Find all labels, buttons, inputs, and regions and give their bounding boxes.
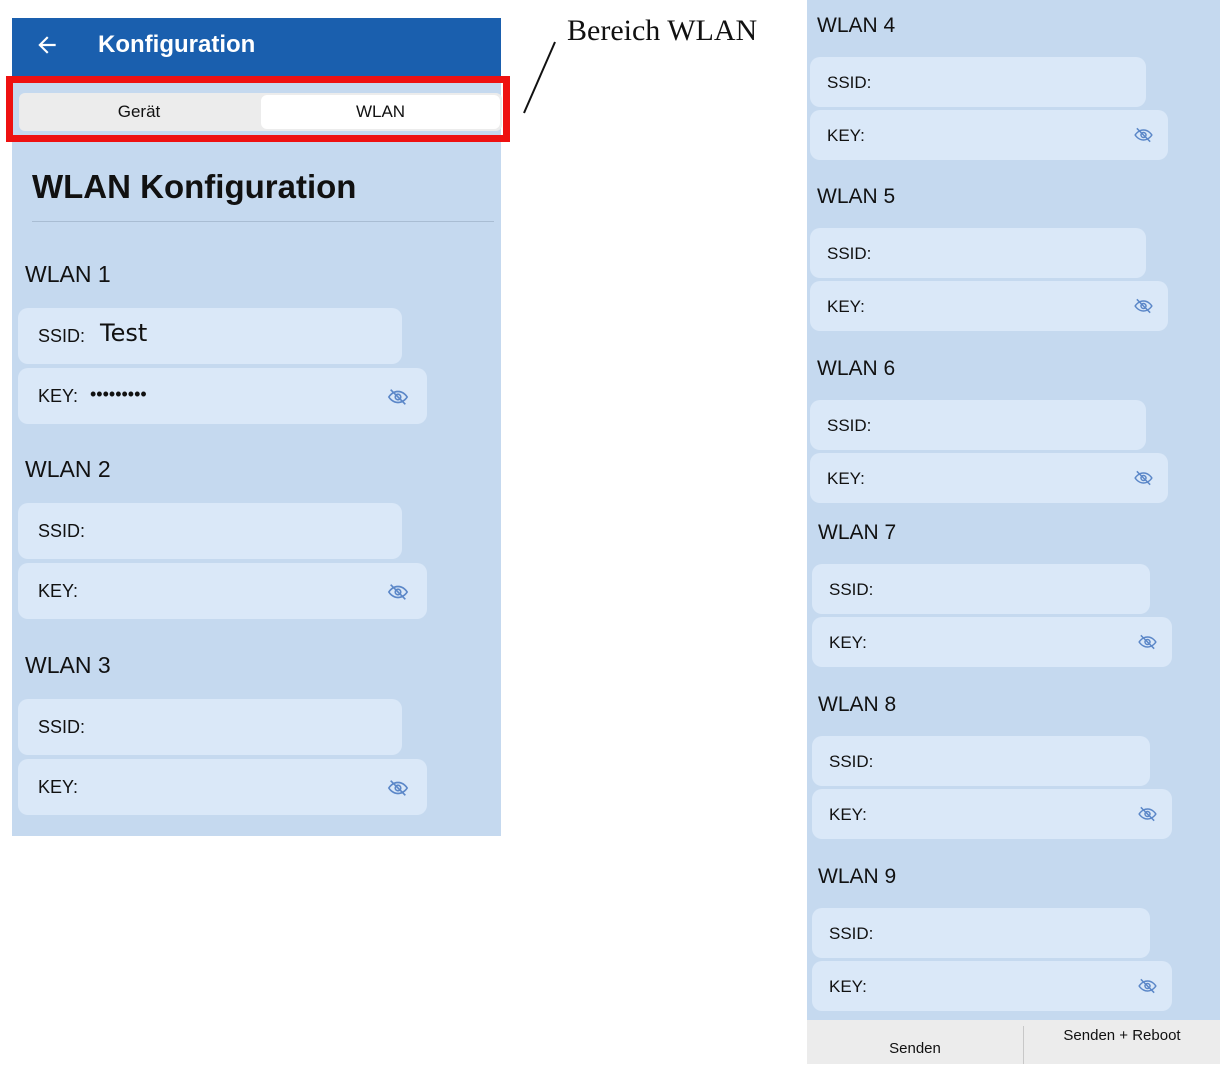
wlan-heading: WLAN 7 (818, 521, 897, 544)
key-label: KEY: (829, 977, 867, 996)
ssid-label: SSID: (829, 580, 874, 599)
key-field[interactable]: KEY: (812, 961, 1172, 1011)
send-reboot-button[interactable]: Senden + Reboot (1024, 1020, 1220, 1064)
visibility-off-icon[interactable] (386, 386, 410, 408)
tab-bar: Gerät WLAN (6, 76, 510, 144)
key-label: KEY: (827, 126, 865, 145)
ssid-label: SSID: (829, 752, 874, 771)
ssid-field[interactable]: SSID: (810, 400, 1146, 450)
wlan-heading: WLAN 9 (818, 865, 897, 888)
visibility-off-icon[interactable] (1133, 296, 1154, 316)
send-button[interactable]: Senden (807, 1020, 1023, 1064)
ssid-field[interactable]: SSID: (812, 736, 1150, 786)
wlan-heading: WLAN 3 (25, 652, 111, 678)
key-field[interactable]: KEY: (812, 789, 1172, 839)
wlan-heading: WLAN 5 (817, 185, 896, 208)
key-field[interactable]: KEY: (810, 453, 1168, 503)
page-title: Konfiguration (98, 31, 256, 58)
section-title: WLAN Konfiguration (32, 168, 357, 205)
ssid-label: SSID: (827, 416, 872, 435)
key-label: KEY: (829, 805, 867, 824)
bottom-action-bar: Senden Senden + Reboot (807, 1020, 1220, 1064)
ssid-field[interactable]: SSID: (18, 699, 402, 755)
annotation-label: Bereich WLAN (567, 14, 758, 47)
ssid-field[interactable]: SSID: (810, 228, 1146, 278)
visibility-off-icon[interactable] (1137, 632, 1158, 652)
wlan-heading: WLAN 4 (817, 14, 896, 37)
visibility-off-icon[interactable] (386, 581, 410, 603)
wlan-heading: WLAN 8 (818, 693, 897, 716)
annotation-leader-line (523, 41, 556, 114)
ssid-field[interactable]: SSID: (812, 908, 1150, 958)
key-field[interactable]: KEY: (810, 281, 1168, 331)
back-arrow-icon[interactable] (34, 32, 60, 58)
key-label: KEY: (38, 777, 79, 797)
ssid-field[interactable]: SSID: (812, 564, 1150, 614)
key-label: KEY: (827, 469, 865, 488)
key-label: KEY: (827, 297, 865, 316)
ssid-value: Test (100, 319, 148, 347)
key-label: KEY: (829, 633, 867, 652)
key-field[interactable]: KEY: (810, 110, 1168, 160)
key-value: ••••••••• (90, 384, 147, 404)
ssid-label: SSID: (38, 717, 86, 737)
visibility-off-icon[interactable] (1137, 804, 1158, 824)
ssid-field[interactable]: SSID: (18, 503, 402, 559)
key-field[interactable]: KEY: (18, 563, 427, 619)
wlan-heading: WLAN 6 (817, 357, 896, 380)
ssid-field[interactable]: SSID: Test (18, 308, 402, 364)
tab-wlan[interactable]: WLAN (261, 95, 500, 129)
app-bar: Konfiguration (12, 18, 501, 76)
config-screen-left: Konfiguration Gerät WLAN WLAN Konfigurat… (6, 18, 510, 836)
visibility-off-icon[interactable] (1133, 468, 1154, 488)
key-field[interactable]: KEY: (812, 617, 1172, 667)
ssid-field[interactable]: SSID: (810, 57, 1146, 107)
divider (32, 221, 494, 222)
visibility-off-icon[interactable] (386, 777, 410, 799)
ssid-label: SSID: (829, 924, 874, 943)
config-screen-right-bottom: WLAN 7 SSID: KEY: WLAN 8 SSID: KEY: WLAN… (807, 512, 1220, 1064)
visibility-off-icon[interactable] (1137, 976, 1158, 996)
config-screen-right-top: WLAN 4 SSID: KEY: WLAN 5 SSID: KEY: WLAN… (807, 0, 1220, 512)
tab-geraet[interactable]: Gerät (19, 93, 259, 131)
ssid-label: SSID: (38, 521, 86, 541)
key-label: KEY: (38, 386, 79, 406)
ssid-label: SSID: (827, 73, 872, 92)
key-field[interactable]: KEY: (18, 759, 427, 815)
key-field[interactable]: KEY: ••••••••• (18, 368, 427, 424)
tab-track: Gerät WLAN (19, 93, 502, 131)
visibility-off-icon[interactable] (1133, 125, 1154, 145)
key-label: KEY: (38, 581, 79, 601)
ssid-label: SSID: (38, 326, 86, 346)
wlan-heading: WLAN 1 (25, 261, 111, 287)
ssid-label: SSID: (827, 244, 872, 263)
wlan-heading: WLAN 2 (25, 456, 111, 482)
